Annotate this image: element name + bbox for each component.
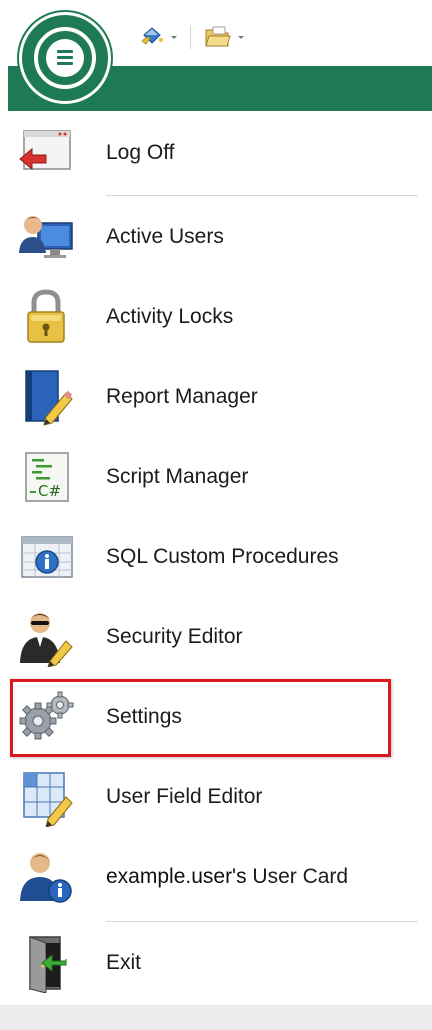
exit-door-icon (16, 933, 76, 994)
menu-item-activity-locks[interactable]: Activity Locks (8, 279, 418, 355)
application-menu: Log Off Active Users Activity Locks Repo… (8, 111, 432, 1030)
csharp-script-icon: C# (16, 447, 76, 507)
user-card-suffix: User Card (246, 865, 349, 888)
menu-item-security-editor[interactable]: Security Editor (8, 599, 418, 675)
paint-bucket-button[interactable] (136, 24, 180, 50)
menu-item-label: Active Users (106, 225, 224, 248)
menu-item-label: Exit (106, 951, 142, 974)
active-users-icon (16, 207, 76, 267)
menu-item-label: Script Manager (106, 465, 249, 488)
menu-item-label: example.user's User Card (106, 839, 348, 915)
info-table-icon (16, 527, 76, 587)
menu-item-label: Log Off (106, 141, 175, 164)
menu-item-label: Report Manager (106, 385, 258, 408)
menu-item-sql-custom-procedures[interactable]: SQL Custom Procedures (8, 519, 418, 595)
folder-button[interactable] (201, 24, 247, 50)
folder-icon (205, 26, 231, 47)
application-menu-window: Log Off Active Users Activity Locks Repo… (0, 0, 432, 1030)
menu-item-script-manager[interactable]: C# Script Manager (8, 439, 418, 515)
padlock-icon (16, 287, 76, 347)
grid-edit-icon (16, 767, 76, 828)
menu-divider (106, 921, 418, 922)
report-book-icon (16, 367, 76, 427)
svg-text:C#: C# (38, 482, 61, 500)
menu-item-report-manager[interactable]: Report Manager (8, 359, 418, 435)
menu-item-log-off[interactable]: Log Off (8, 115, 418, 191)
menu-footer (0, 1005, 432, 1030)
log-off-icon (16, 123, 76, 183)
menu-item-label: User Field Editor (106, 785, 263, 808)
quick-access-buttons (136, 22, 247, 52)
menu-item-exit[interactable]: Exit (8, 925, 418, 1001)
chevron-down-icon (171, 35, 177, 39)
selection-highlight-box (10, 679, 391, 757)
paint-bucket-icon (141, 27, 163, 45)
user-name: example.user's (106, 865, 247, 888)
security-agent-icon (16, 607, 76, 668)
menu-item-label: Security Editor (106, 625, 243, 648)
menu-icon (46, 39, 84, 77)
menu-item-label: Activity Locks (106, 305, 234, 328)
menu-divider (106, 195, 418, 196)
menu-item-active-users[interactable]: Active Users (8, 199, 418, 275)
toolbar-separator (190, 25, 191, 49)
application-menu-button[interactable] (19, 12, 111, 104)
menu-item-label: SQL Custom Procedures (106, 545, 339, 568)
menu-item-user-field-editor[interactable]: User Field Editor (8, 759, 418, 835)
chevron-down-icon (238, 35, 244, 39)
user-info-icon (16, 847, 76, 907)
menu-item-user-card[interactable]: example.user's User Card (8, 839, 418, 915)
